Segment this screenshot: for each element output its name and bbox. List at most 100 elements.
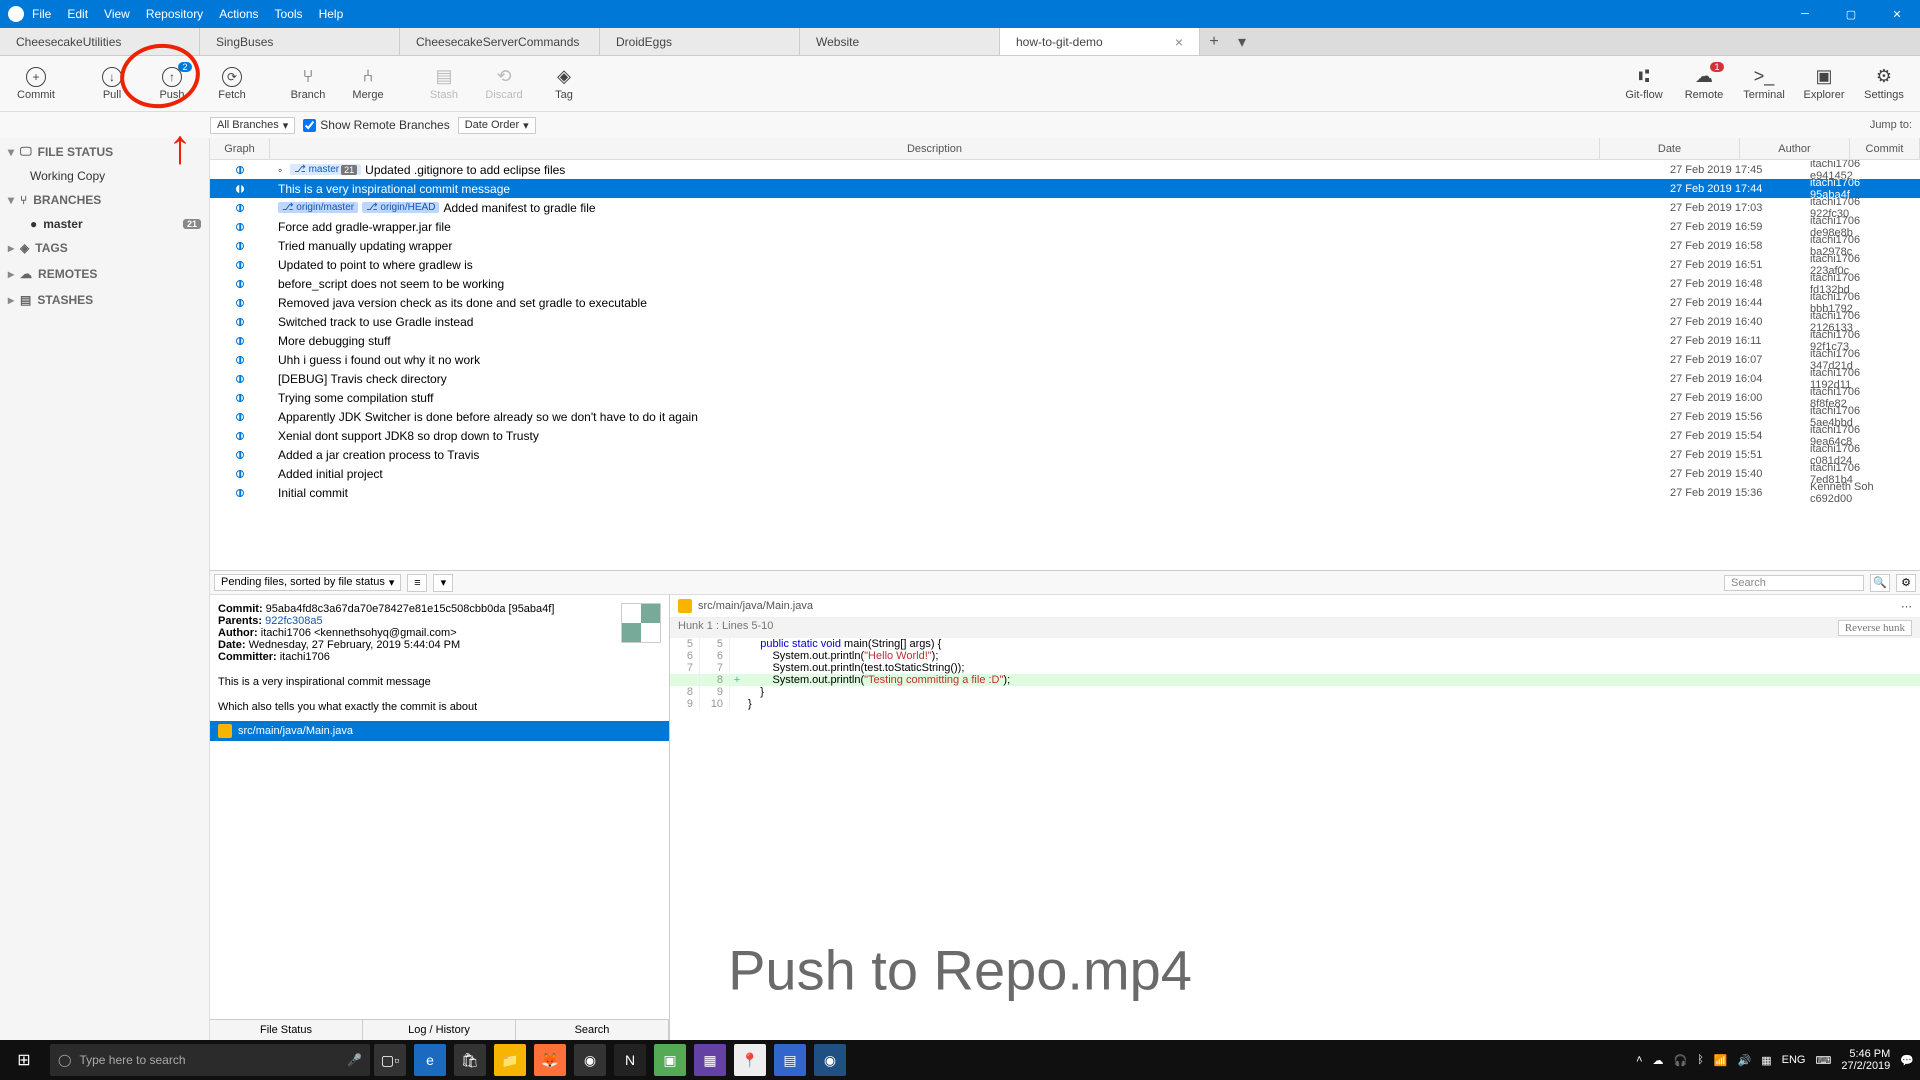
sourcetree-icon[interactable]: ◉ — [814, 1044, 846, 1076]
ime-icon[interactable]: ⌨ — [1815, 1054, 1831, 1067]
ellipsis-icon[interactable]: ⋯ — [1901, 600, 1912, 613]
commit-row[interactable]: Switched track to use Gradle instead27 F… — [210, 312, 1920, 331]
explorer-icon[interactable]: 📁 — [494, 1044, 526, 1076]
commit-row[interactable]: Added a jar creation process to Travis27… — [210, 445, 1920, 464]
task-view-icon[interactable]: ▢▫ — [374, 1044, 406, 1076]
commit-button[interactable]: +Commit — [6, 60, 66, 108]
commit-row[interactable]: Trying some compilation stuff27 Feb 2019… — [210, 388, 1920, 407]
commit-list[interactable]: ◦⎇ master 21Updated .gitignore to add ec… — [210, 160, 1920, 570]
tag-button[interactable]: ◈Tag — [534, 60, 594, 108]
minimize-button[interactable]: ─ — [1782, 0, 1828, 28]
explorer-button[interactable]: ▣Explorer — [1794, 60, 1854, 108]
merge-button[interactable]: ⑃Merge — [338, 60, 398, 108]
close-icon[interactable]: × — [1175, 34, 1183, 50]
language-indicator[interactable]: ENG — [1782, 1054, 1806, 1066]
settings-button[interactable]: ⚙Settings — [1854, 60, 1914, 108]
view-options-icon[interactable]: ▾ — [433, 574, 453, 592]
headphones-icon[interactable]: 🎧 — [1674, 1054, 1688, 1067]
commit-row[interactable]: Updated to point to where gradlew is27 F… — [210, 255, 1920, 274]
tray-chevron-icon[interactable]: ˄ — [1636, 1054, 1642, 1066]
volume-icon[interactable]: 🔊 — [1738, 1054, 1752, 1067]
commit-row[interactable]: More debugging stuff27 Feb 2019 16:11ita… — [210, 331, 1920, 350]
twitch-icon[interactable]: ▦ — [694, 1044, 726, 1076]
firefox-icon[interactable]: 🦊 — [534, 1044, 566, 1076]
commit-row[interactable]: Uhh i guess i found out why it no work27… — [210, 350, 1920, 369]
taskbar-clock[interactable]: 5:46 PM27/2/2019 — [1841, 1048, 1890, 1072]
repo-tab[interactable]: DroidEggs — [600, 28, 800, 55]
repo-tab[interactable]: SingBuses — [200, 28, 400, 55]
bluetooth-icon[interactable]: ᛒ — [1697, 1054, 1704, 1066]
onedrive-icon[interactable]: ☁ — [1653, 1054, 1664, 1067]
remote-button[interactable]: ☁1Remote — [1674, 60, 1734, 108]
menu-repository[interactable]: Repository — [146, 7, 203, 21]
col-description[interactable]: Description — [270, 138, 1600, 159]
commit-row[interactable]: Apparently JDK Switcher is done before a… — [210, 407, 1920, 426]
tags-header[interactable]: ▸◈TAGS — [0, 235, 209, 261]
chrome-icon[interactable]: ◉ — [574, 1044, 606, 1076]
commit-row[interactable]: ⎇ origin/master⎇ origin/HEADAdded manife… — [210, 198, 1920, 217]
commit-row[interactable]: Force add gradle-wrapper.jar file27 Feb … — [210, 217, 1920, 236]
menu-help[interactable]: Help — [319, 7, 344, 21]
diff-search-input[interactable]: Search — [1724, 575, 1864, 591]
reverse-hunk-button[interactable]: Reverse hunk — [1838, 620, 1912, 636]
col-date[interactable]: Date — [1600, 138, 1740, 159]
col-graph[interactable]: Graph — [210, 138, 270, 159]
tab-search[interactable]: Search — [516, 1020, 669, 1040]
list-view-icon[interactable]: ≡ — [407, 574, 427, 592]
gear-icon[interactable]: ⚙ — [1896, 574, 1916, 592]
remotes-header[interactable]: ▸☁REMOTES — [0, 261, 209, 287]
app-icon[interactable]: ▣ — [654, 1044, 686, 1076]
master-branch-item[interactable]: ●master21 — [0, 213, 209, 235]
commit-row[interactable]: before_script does not seem to be workin… — [210, 274, 1920, 293]
col-commit[interactable]: Commit — [1850, 138, 1920, 159]
menu-view[interactable]: View — [104, 7, 130, 21]
tab-log-history[interactable]: Log / History — [363, 1020, 516, 1040]
parent-link[interactable]: 922fc308a5 — [265, 615, 323, 627]
store-icon[interactable]: 🛍 — [454, 1044, 486, 1076]
menu-actions[interactable]: Actions — [219, 7, 258, 21]
maps-icon[interactable]: 📍 — [734, 1044, 766, 1076]
notifications-icon[interactable]: 💬 — [1900, 1054, 1914, 1067]
branch-button[interactable]: ⑂Branch — [278, 60, 338, 108]
push-button[interactable]: ↑2Push — [142, 60, 202, 108]
pull-button[interactable]: ↓Pull — [82, 60, 142, 108]
terminal-button[interactable]: >_Terminal — [1734, 60, 1794, 108]
tray-icon[interactable]: ▦ — [1761, 1054, 1771, 1067]
branches-header[interactable]: ▾⑂BRANCHES — [0, 187, 209, 213]
commit-row[interactable]: Removed java version check as its done a… — [210, 293, 1920, 312]
date-order-filter[interactable]: Date Order▾ — [458, 117, 536, 134]
commit-row[interactable]: ◦⎇ master 21Updated .gitignore to add ec… — [210, 160, 1920, 179]
close-button[interactable]: ✕ — [1874, 0, 1920, 28]
app-icon[interactable]: ▤ — [774, 1044, 806, 1076]
col-author[interactable]: Author — [1740, 138, 1850, 159]
notion-icon[interactable]: N — [614, 1044, 646, 1076]
tab-file-status[interactable]: File Status — [210, 1020, 363, 1040]
sort-combo[interactable]: Pending files, sorted by file status▾ — [214, 574, 401, 591]
menu-edit[interactable]: Edit — [67, 7, 88, 21]
commit-row[interactable]: Xenial dont support JDK8 so drop down to… — [210, 426, 1920, 445]
stashes-header[interactable]: ▸▤STASHES — [0, 287, 209, 313]
tab-overflow-button[interactable]: ▾ — [1228, 28, 1256, 55]
add-tab-button[interactable]: + — [1200, 28, 1228, 55]
menu-tools[interactable]: Tools — [275, 7, 303, 21]
file-status-header[interactable]: ▾🖵FILE STATUS — [0, 138, 209, 165]
fetch-button[interactable]: ⟳Fetch — [202, 60, 262, 108]
search-icon[interactable]: 🔍 — [1870, 574, 1890, 592]
repo-tab[interactable]: how-to-git-demo× — [1000, 28, 1200, 55]
commit-row[interactable]: Added initial project27 Feb 2019 15:40it… — [210, 464, 1920, 483]
stash-button[interactable]: ▤Stash — [414, 60, 474, 108]
commit-row[interactable]: Initial commit27 Feb 2019 15:36Kenneth S… — [210, 483, 1920, 502]
commit-row[interactable]: Tried manually updating wrapper27 Feb 20… — [210, 236, 1920, 255]
branches-filter[interactable]: All Branches▾ — [210, 117, 295, 134]
maximize-button[interactable]: ▢ — [1828, 0, 1874, 28]
repo-tab[interactable]: Website — [800, 28, 1000, 55]
taskbar-search[interactable]: ◯Type here to search🎤 — [50, 1044, 370, 1076]
show-remote-checkbox[interactable]: Show Remote Branches — [303, 118, 449, 132]
gitflow-button[interactable]: ⑆Git-flow — [1614, 60, 1674, 108]
edge-icon[interactable]: e — [414, 1044, 446, 1076]
changed-file-item[interactable]: src/main/java/Main.java — [210, 721, 669, 741]
commit-row[interactable]: This is a very inspirational commit mess… — [210, 179, 1920, 198]
mic-icon[interactable]: 🎤 — [347, 1053, 362, 1067]
discard-button[interactable]: ⟲Discard — [474, 60, 534, 108]
wifi-icon[interactable]: 📶 — [1714, 1054, 1728, 1067]
